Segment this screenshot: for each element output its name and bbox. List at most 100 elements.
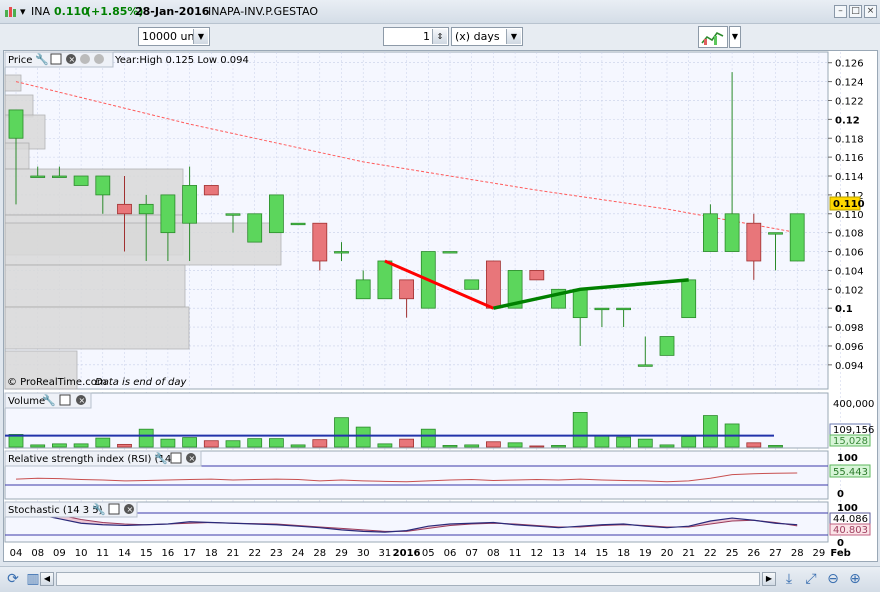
volume-panel-label: Volume (8, 396, 45, 407)
price-tick-label: 0.104 (835, 266, 864, 277)
chart-canvas[interactable]: 0.094 0.096 0.098 0.1 0.102 0.104 0.106 0.108 0.… (4, 51, 877, 561)
window-icon[interactable] (170, 452, 182, 464)
volume-bar (160, 438, 176, 448)
price-tick-label: 0.114 (835, 172, 864, 183)
date-tick-label: Feb (830, 548, 850, 559)
price-tick-label: 0.118 (835, 134, 864, 145)
period-count-stepper[interactable]: 1 ⇕ (383, 27, 449, 46)
units-select[interactable]: 10000 units ▼ (138, 27, 210, 46)
bearish-candle (485, 260, 501, 309)
rsi-scale-top: 100 (837, 453, 858, 464)
price-tick-label: 0.122 (835, 96, 864, 107)
volume-panel: Volume 🔧 × 400,000 109,156 15,028 (4, 392, 874, 449)
volume-bar (507, 442, 523, 448)
ticker-symbol[interactable]: INA (31, 5, 50, 18)
bullish-candle (8, 109, 24, 139)
bullish-candle (616, 307, 631, 311)
date-tick-label: 07 (465, 548, 478, 559)
chart-type-dropdown-arrow[interactable]: ▼ (729, 26, 741, 48)
stoch-k-value: 44.086 (833, 514, 868, 525)
chart-area: 0.094 0.096 0.098 0.1 0.102 0.104 0.106 0.108 0.… (3, 50, 878, 562)
date-tick-label: 29 (335, 548, 348, 559)
date-tick-label: 13 (552, 548, 565, 559)
stepper-arrows-icon[interactable]: ⇕ (432, 29, 447, 44)
zoom-out-icon[interactable]: ⊖ (824, 570, 842, 588)
price-tick-label: 0.096 (835, 342, 864, 353)
stoch-d-value: 40.803 (833, 525, 868, 536)
date-tick-label: 18 (617, 548, 630, 559)
bearish-candle (203, 185, 219, 196)
volume-bar (616, 436, 631, 448)
volume-bar (52, 443, 67, 448)
chevron-down-icon[interactable]: ▼ (193, 29, 208, 44)
window-icon[interactable] (50, 53, 62, 65)
bearish-candle (746, 222, 762, 262)
price-tick-label: 0.124 (835, 78, 864, 89)
date-tick-label: 08 (487, 548, 500, 559)
bullish-candle (73, 175, 89, 186)
volume-bar (247, 438, 263, 448)
volume-bar (203, 440, 219, 448)
close-button[interactable]: × (864, 5, 877, 18)
rsi-panel: Relative strength index (RSI) (14) 🔧 × 1… (4, 450, 871, 500)
bullish-candle (30, 175, 46, 178)
date-tick-label: 21 (227, 548, 240, 559)
volume-bar (30, 444, 46, 448)
date-tick-label: 20 (661, 548, 674, 559)
volume-bar (399, 438, 415, 448)
wrench-icon[interactable]: 🔧 (42, 393, 56, 407)
bullish-candle (334, 251, 349, 254)
ticker-dropdown-arrow-icon[interactable]: ▾ (20, 5, 26, 18)
date-tick-label: 14 (574, 548, 587, 559)
bullish-candle (724, 213, 740, 252)
scroll-left-button[interactable]: ◀ (40, 572, 54, 586)
chevron-down-icon[interactable]: ▼ (506, 29, 521, 44)
date-tick-label: 27 (769, 548, 782, 559)
volume-last-value: 15,028 (833, 436, 868, 447)
horizontal-scrollbar[interactable] (56, 572, 760, 586)
export-icon[interactable]: ⤓ (780, 570, 798, 588)
volume-profile-bar (4, 142, 30, 170)
svg-text:×: × (79, 396, 86, 405)
fit-zoom-icon[interactable]: ⤢ (802, 570, 820, 588)
scroll-right-button[interactable]: ▶ (762, 572, 776, 586)
wrench-icon[interactable]: 🔧 (154, 451, 168, 465)
last-price: 0.110 (54, 5, 89, 18)
svg-text:×: × (69, 55, 76, 64)
wrench-icon[interactable]: 🔧 (92, 502, 106, 516)
price-axis: 0.094 0.096 0.098 0.1 0.102 0.104 0.106 0.108 0.… (828, 59, 864, 372)
date-tick-label: 16 (162, 548, 175, 559)
settings-icon[interactable] (94, 54, 104, 64)
chart-type-button[interactable] (698, 26, 728, 48)
price-tick-label: 0.126 (835, 59, 864, 70)
date-tick-label: 29 (813, 548, 826, 559)
refresh-icon[interactable]: ⟳ (4, 570, 22, 588)
price-tick-label: 0.108 (835, 229, 864, 240)
date-tick-label: 18 (205, 548, 218, 559)
date-tick-label: 15 (140, 548, 153, 559)
maximize-button[interactable]: □ (849, 5, 862, 18)
date-tick-label: 05 (422, 548, 435, 559)
bearish-candle (117, 203, 132, 215)
minimize-button[interactable]: – (834, 5, 847, 18)
volume-bar (768, 445, 783, 448)
bearish-candle (312, 222, 328, 262)
bullish-candle (659, 336, 675, 356)
bullish-candle (290, 222, 306, 226)
bullish-candle (247, 213, 263, 243)
wrench-icon[interactable]: 🔧 (35, 52, 49, 66)
stoch-scale-top: 100 (837, 503, 858, 514)
date-tick-label: 19 (639, 548, 652, 559)
zoom-in-icon[interactable]: ⊕ (846, 570, 864, 588)
date-tick-label: 15 (596, 548, 609, 559)
window-icon[interactable] (108, 503, 120, 515)
volume-bar (572, 412, 588, 448)
date-tick-label: 24 (292, 548, 305, 559)
zoom-in-icon[interactable] (80, 54, 90, 64)
volume-bar (681, 436, 697, 448)
bullish-candle (225, 213, 241, 216)
volume-bar (334, 417, 349, 448)
period-unit-select[interactable]: (x) days ▼ (451, 27, 523, 46)
rsi-last-value: 55.443 (833, 467, 868, 478)
window-icon[interactable] (59, 394, 71, 406)
